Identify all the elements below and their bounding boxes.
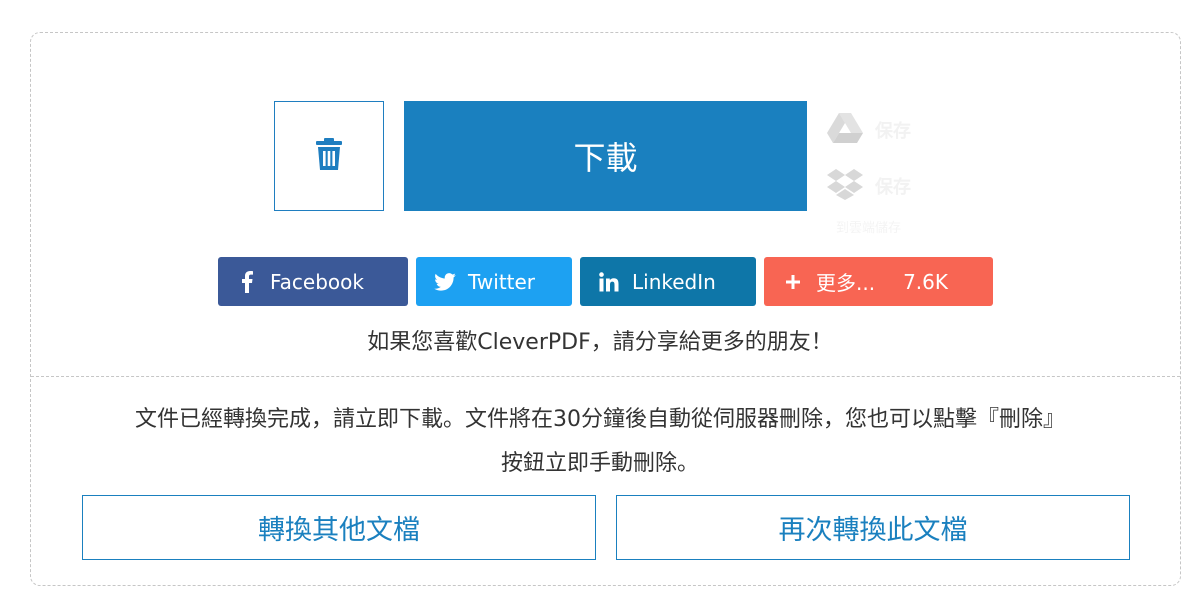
plus-icon [782,274,804,289]
save-to-dropbox[interactable]: 保存 [827,168,911,204]
twitter-icon [434,272,456,291]
download-button[interactable]: 下載 [404,101,807,211]
delete-button[interactable] [274,101,384,211]
convert-again-button[interactable]: 再次轉換此文檔 [616,495,1130,560]
twitter-label: Twitter [468,269,536,294]
convert-other-label: 轉換其他文檔 [258,515,420,546]
facebook-label: Facebook [270,269,364,294]
dropbox-label: 保存 [875,177,911,198]
share-more-button[interactable]: 更多... 7.6K [764,257,993,306]
more-label: 更多... [816,271,876,295]
notice-line-2: 按鈕立即手動刪除。 [500,451,699,476]
convert-other-button[interactable]: 轉換其他文檔 [82,495,596,560]
section-divider [31,376,1180,377]
dropbox-icon [827,168,863,204]
save-to-google-drive[interactable]: 保存 [827,112,911,148]
share-facebook-button[interactable]: Facebook [218,257,408,306]
linkedin-icon [598,271,620,292]
trash-icon [315,137,343,175]
share-linkedin-button[interactable]: LinkedIn [580,257,756,306]
convert-again-label: 再次轉換此文檔 [778,515,968,546]
share-message: 如果您喜歡CleverPDF，請分享給更多的朋友！ [367,330,833,355]
share-twitter-button[interactable]: Twitter [416,257,572,306]
linkedin-label: LinkedIn [632,269,716,294]
notice-line-1: 文件已經轉換完成，請立即下載。文件將在30分鐘後自動從伺服器刪除，您也可以點擊『… [135,407,1065,432]
conversion-notice: 文件已經轉換完成，請立即下載。文件將在30分鐘後自動從伺服器刪除，您也可以點擊『… [30,398,1170,486]
cloud-sub-label: 到雲端儲存 [836,221,902,236]
facebook-icon [236,270,258,293]
download-label: 下載 [573,139,638,177]
google-drive-icon [827,112,863,148]
share-count: 7.6K [903,269,948,294]
google-drive-label: 保存 [875,121,911,142]
